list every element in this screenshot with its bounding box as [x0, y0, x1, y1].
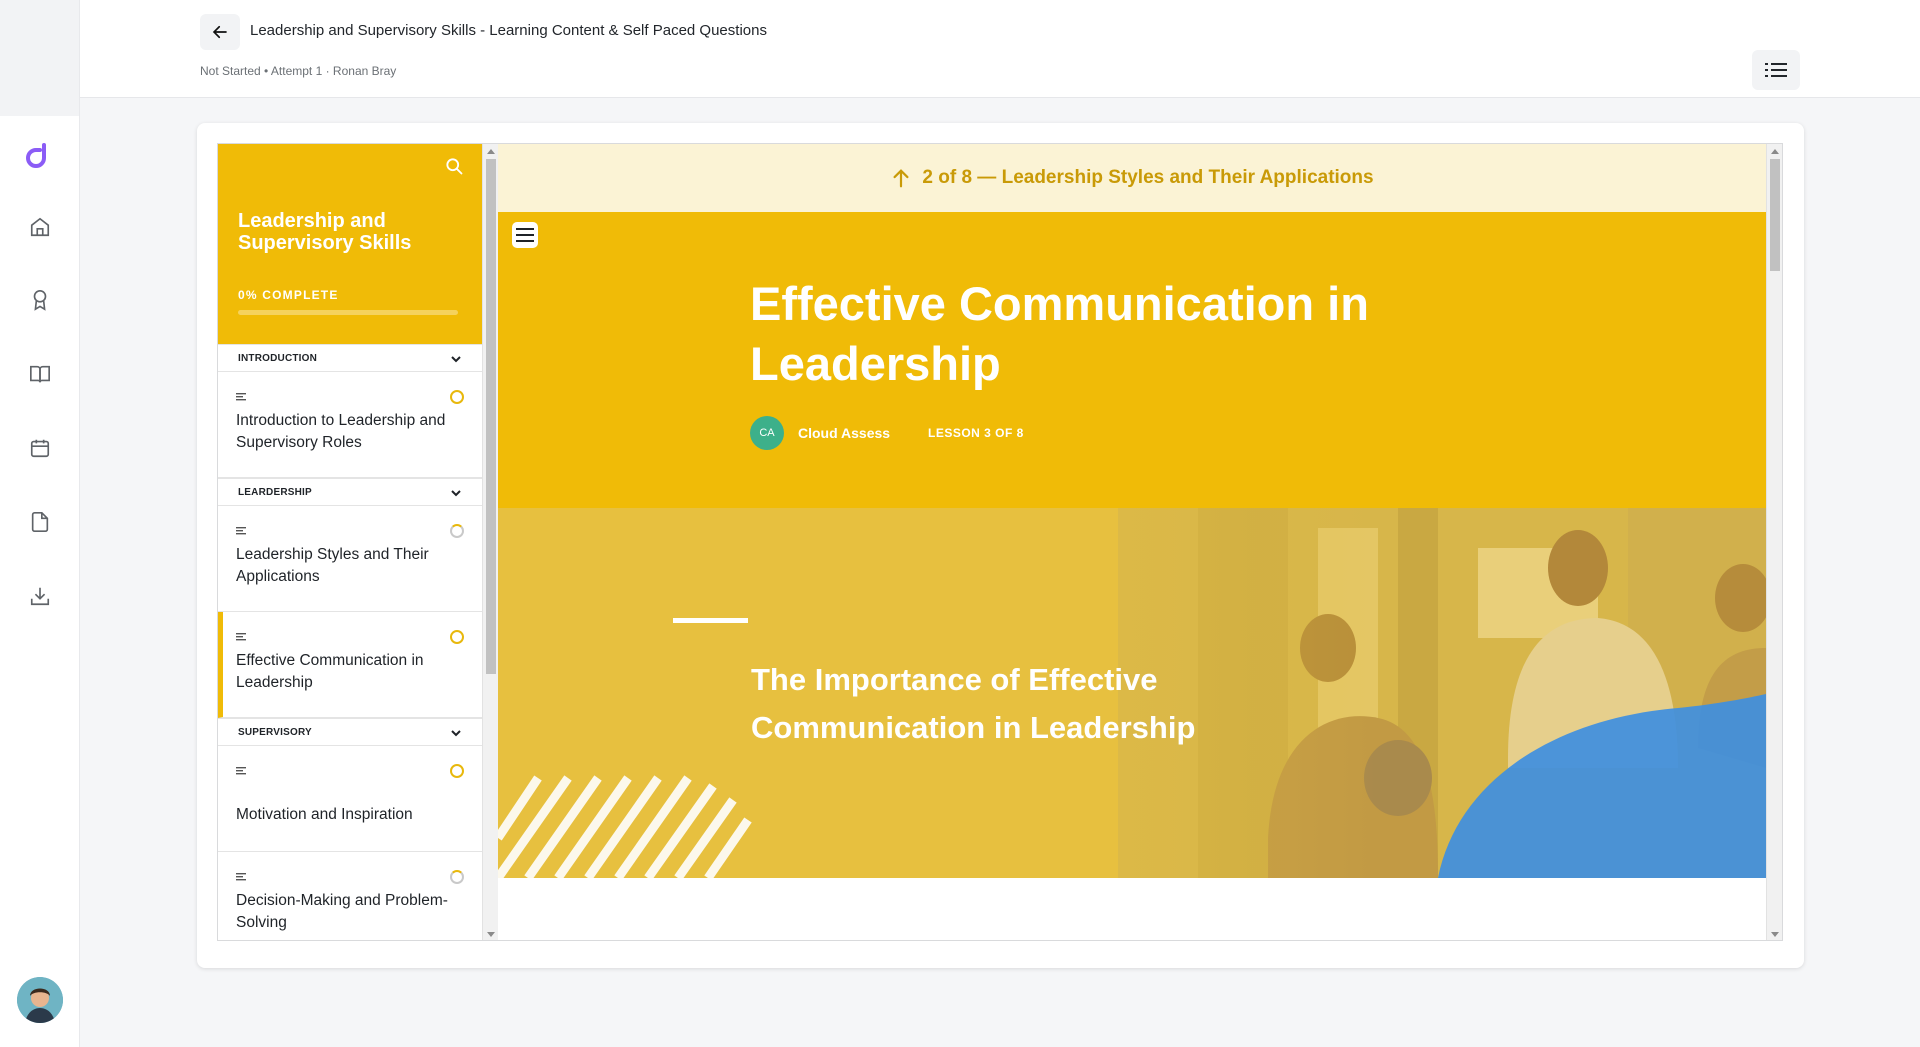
scroll-up-arrow-icon[interactable]: [1771, 149, 1779, 154]
lesson-hero: Effective Communication in Leadership CA…: [498, 212, 1766, 508]
scroll-down-arrow-icon[interactable]: [1771, 932, 1779, 937]
section-label: INTRODUCTION: [238, 353, 318, 364]
lesson-banner: The Importance of Effective Communicatio…: [498, 508, 1766, 878]
arrow-left-icon: [212, 25, 227, 39]
lesson-title: Leadership Styles and Their Applications: [236, 546, 429, 585]
lesson-title: Effective Communication in Leadership: [236, 652, 424, 691]
left-rail: [0, 0, 80, 1047]
course-sidebar: Leadership and Supervisory Skills 0% COM…: [218, 144, 482, 940]
lesson-content: 2 of 8 — Leadership Styles and Their App…: [498, 144, 1766, 940]
text-lines-icon: [236, 873, 246, 881]
lesson-title: Introduction to Leadership and Superviso…: [236, 412, 446, 451]
rail-top: [0, 0, 79, 116]
section-header-supervisory[interactable]: SUPERVISORY: [218, 718, 482, 746]
page-title: Leadership and Supervisory Skills - Lear…: [250, 22, 767, 39]
scroll-up-arrow-icon[interactable]: [487, 149, 495, 154]
arrow-up-icon: [893, 169, 909, 188]
banner-divider: [673, 618, 748, 623]
content-card: Leadership and Supervisory Skills 0% COM…: [197, 123, 1804, 968]
user-avatar[interactable]: [17, 977, 63, 1023]
list-icon: [1765, 63, 1787, 77]
chevron-down-icon: [451, 356, 461, 363]
in-progress-icon: [450, 390, 464, 404]
lesson-item-5[interactable]: Decision-Making and Problem-Solving: [218, 852, 482, 940]
course-header: Leadership and Supervisory Skills 0% COM…: [218, 144, 482, 344]
book-icon[interactable]: [24, 358, 56, 390]
previous-lesson-label: 2 of 8 — Leadership Styles and Their App…: [922, 167, 1374, 188]
lesson-count: LESSON 3 OF 8: [928, 426, 1024, 440]
section-label: SUPERVISORY: [238, 727, 312, 738]
chevron-down-icon: [451, 490, 461, 497]
not-started-icon: [450, 524, 464, 538]
back-button[interactable]: [200, 14, 240, 50]
outline-toggle-button[interactable]: [1752, 50, 1800, 90]
lesson-item-4[interactable]: Motivation and Inspiration: [218, 746, 482, 852]
chevron-down-icon: [451, 730, 461, 737]
section-header-leadership[interactable]: LEARDERSHIP: [218, 478, 482, 506]
scrollbar-thumb[interactable]: [1770, 159, 1780, 271]
section-label: LEARDERSHIP: [238, 487, 312, 498]
file-icon[interactable]: [24, 506, 56, 538]
in-progress-icon: [450, 764, 464, 778]
author-name: Cloud Assess: [798, 425, 891, 441]
calendar-icon[interactable]: [24, 432, 56, 464]
top-bar: Leadership and Supervisory Skills - Lear…: [80, 0, 1920, 98]
lesson-item-3-active[interactable]: Effective Communication in Leadership: [218, 612, 482, 718]
course-player: Leadership and Supervisory Skills 0% COM…: [217, 143, 1783, 941]
banner-heading: The Importance of Effective Communicatio…: [751, 662, 1196, 745]
lesson-title: Motivation and Inspiration: [236, 806, 413, 823]
download-icon[interactable]: [24, 580, 56, 612]
scroll-down-arrow-icon[interactable]: [487, 932, 495, 937]
progress-label: 0% COMPLETE: [238, 288, 339, 302]
lesson-item-1[interactable]: Introduction to Leadership and Superviso…: [218, 372, 482, 478]
lesson-title-heading: Effective Communication in Leadership: [750, 277, 1369, 390]
menu-button[interactable]: [512, 222, 538, 248]
award-icon[interactable]: [24, 284, 56, 316]
search-icon[interactable]: [444, 156, 464, 176]
in-progress-icon: [450, 630, 464, 644]
section-header-introduction[interactable]: INTRODUCTION: [218, 344, 482, 372]
attempt-status: Not Started • Attempt 1 · Ronan Bray: [200, 64, 397, 78]
hamburger-icon: [516, 228, 534, 242]
progress-bar: [238, 310, 458, 315]
text-lines-icon: [236, 633, 246, 641]
text-lines-icon: [236, 767, 246, 775]
author-avatar: CA: [750, 416, 784, 450]
not-started-icon: [450, 870, 464, 884]
course-title: Leadership and Supervisory Skills: [238, 210, 412, 254]
lesson-title: Decision-Making and Problem-Solving: [236, 892, 448, 931]
home-icon[interactable]: [24, 211, 56, 243]
content-scrollbar[interactable]: [1766, 144, 1782, 940]
text-lines-icon: [236, 527, 246, 535]
text-lines-icon: [236, 393, 246, 401]
lesson-item-2[interactable]: Leadership Styles and Their Applications: [218, 506, 482, 612]
sidebar-scrollbar[interactable]: [482, 144, 498, 940]
previous-lesson-link[interactable]: 2 of 8 — Leadership Styles and Their App…: [498, 144, 1766, 212]
scrollbar-thumb[interactable]: [486, 159, 496, 674]
logo-icon[interactable]: [24, 140, 56, 172]
